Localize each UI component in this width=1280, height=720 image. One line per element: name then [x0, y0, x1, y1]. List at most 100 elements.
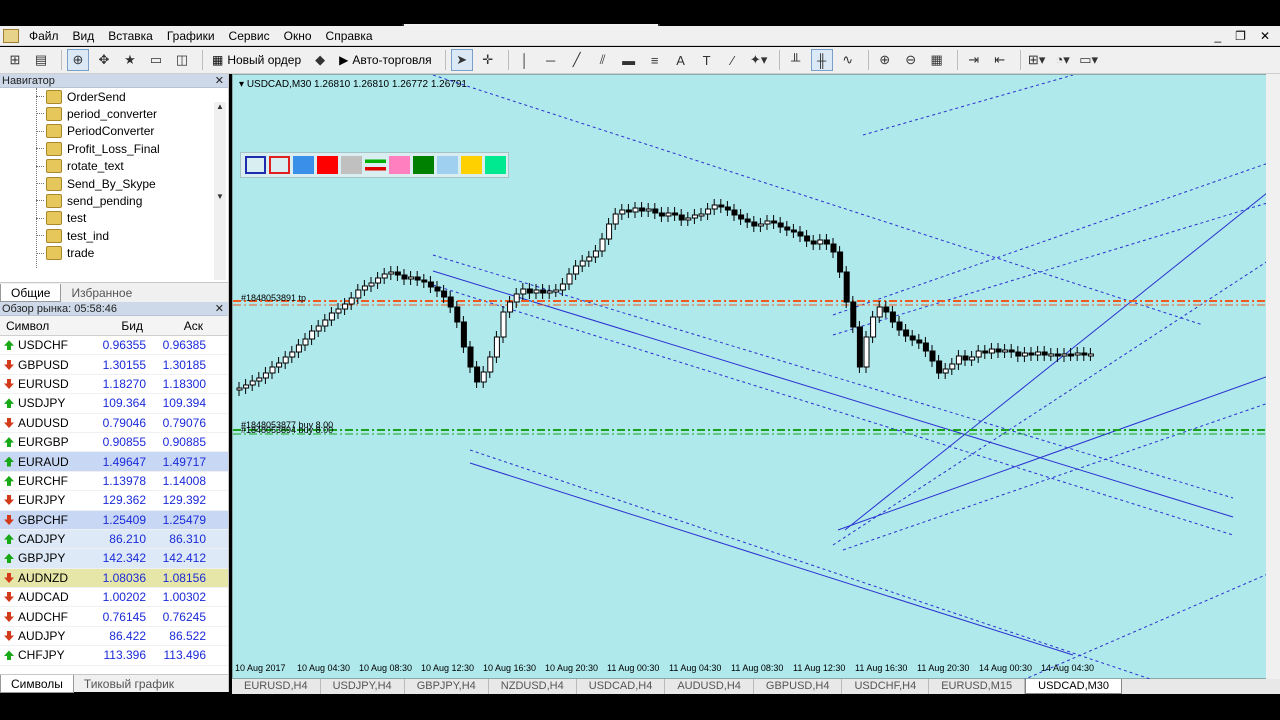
table-row[interactable]: GBPCHF 1.25409 1.25479 [0, 510, 228, 530]
chart-tab[interactable]: NZDUSD,H4 [489, 679, 577, 694]
col-ask[interactable]: Аск [149, 319, 209, 333]
table-row[interactable]: AUDJPY 86.422 86.522 [0, 627, 228, 647]
chart-tab[interactable]: USDCAD,H4 [577, 679, 666, 694]
chart-tab[interactable]: USDJPY,H4 [321, 679, 405, 694]
menu-insert[interactable]: Вставка [101, 26, 160, 46]
new-chart-icon[interactable]: ⊞ [4, 49, 26, 71]
channel-icon[interactable]: ⫽ [592, 49, 614, 71]
table-row[interactable]: EURCHF 1.13978 1.14008 [0, 472, 228, 492]
nav-item-test[interactable]: test [0, 210, 228, 227]
tester-icon[interactable]: ◫ [171, 49, 193, 71]
nav-item-profit-loss-final[interactable]: Profit_Loss_Final [0, 140, 228, 157]
chart-tab[interactable]: USDCAD,M30 [1025, 679, 1123, 694]
autoscroll-icon[interactable]: ⇥ [963, 49, 985, 71]
tab-common[interactable]: Общие [0, 284, 62, 302]
app-icon[interactable] [3, 28, 19, 43]
col-symbol[interactable]: Символ [0, 319, 89, 333]
chart-tab[interactable]: AUDUSD,H4 [665, 679, 754, 694]
shapes-dropdown-icon[interactable]: ✦▾ [748, 49, 770, 71]
chart-tab[interactable]: GBPUSD,H4 [754, 679, 843, 694]
bar-chart-icon[interactable]: ╨ [785, 49, 807, 71]
navigator-scrollbar[interactable]: ▲ ▼ [214, 102, 226, 280]
table-row[interactable]: EURJPY 129.362 129.392 [0, 491, 228, 511]
line-chart-icon[interactable]: ∿ [837, 49, 859, 71]
chart-tab[interactable]: EURUSD,M15 [929, 679, 1026, 694]
close-icon[interactable]: ✕ [215, 74, 224, 87]
crosshair-icon[interactable]: ✛ [477, 49, 499, 71]
table-row[interactable]: AUDNZD 1.08036 1.08156 [0, 568, 228, 589]
symbol-cell: GBPUSD [0, 358, 89, 372]
vertical-line-icon[interactable]: │ [514, 49, 536, 71]
close-icon[interactable]: ✕ [1260, 29, 1270, 43]
candle-body [566, 273, 573, 285]
trendline-icon[interactable]: ╱ [566, 49, 588, 71]
chart-window[interactable]: ▾ USDCAD,M30 1.26810 1.26810 1.26772 1.2… [232, 74, 1277, 680]
indicators-icon[interactable]: ⊞▾ [1026, 49, 1048, 71]
templates-icon[interactable]: ▭▾ [1078, 49, 1100, 71]
candle-body [889, 311, 896, 323]
metaeditor-icon[interactable]: ◆ [309, 49, 331, 71]
table-row[interactable]: USDCHF 0.96355 0.96385 [0, 336, 228, 356]
menu-charts[interactable]: Графики [160, 26, 222, 46]
market-watch-icon[interactable]: ⊕ [67, 49, 89, 71]
candle-body [612, 213, 619, 225]
chart-tab[interactable]: USDCHF,H4 [842, 679, 930, 694]
minimize-icon[interactable]: _ [1214, 29, 1221, 43]
table-row[interactable]: USDJPY 109.364 109.394 [0, 394, 228, 414]
fibonacci-icon[interactable]: ≡ [644, 49, 666, 71]
table-row[interactable]: AUDCAD 1.00202 1.00302 [0, 588, 228, 608]
nav-item-trade[interactable]: trade [0, 245, 228, 262]
chart-tab[interactable]: GBPJPY,H4 [405, 679, 489, 694]
menu-window[interactable]: Окно [277, 26, 319, 46]
table-row[interactable]: EURGBP 0.90855 0.90885 [0, 433, 228, 453]
new-order-button[interactable]: ▦ Новый ордер [208, 49, 305, 71]
table-row[interactable]: GBPJPY 142.342 142.412 [0, 549, 228, 569]
chart-vertical-scroll[interactable] [1266, 74, 1280, 679]
menu-view[interactable]: Вид [66, 26, 102, 46]
gann-icon[interactable]: ⁄ [722, 49, 744, 71]
horizontal-line-icon[interactable]: ─ [540, 49, 562, 71]
terminal-icon[interactable]: ▭ [145, 49, 167, 71]
zoom-out-icon[interactable]: ⊖ [900, 49, 922, 71]
restore-icon[interactable]: ❐ [1235, 29, 1246, 43]
rectangle-icon[interactable]: ▬ [618, 49, 640, 71]
zoom-in-icon[interactable]: ⊕ [874, 49, 896, 71]
tile-windows-icon[interactable]: ▦ [926, 49, 948, 71]
chart-tab[interactable]: EURUSD,H4 [232, 679, 321, 694]
menu-file[interactable]: Файл [22, 26, 66, 46]
table-row[interactable]: EURUSD 1.18270 1.18300 [0, 375, 228, 395]
close-icon[interactable]: ✕ [215, 302, 224, 315]
periods-icon[interactable]: ◔▾ [1052, 49, 1074, 71]
nav-item-send-by-skype[interactable]: Send_By_Skype [0, 175, 228, 192]
table-row[interactable]: AUDUSD 0.79046 0.79076 [0, 414, 228, 433]
nav-item-rotate-text[interactable]: rotate_text [0, 158, 228, 175]
nav-item-ordersend[interactable]: OrderSend [0, 88, 228, 105]
nav-item-send-pending[interactable]: send_pending [0, 192, 228, 209]
table-row[interactable]: CADJPY 86.210 86.310 [0, 529, 228, 550]
candle-body [533, 289, 540, 294]
chart-shift-icon[interactable]: ⇤ [989, 49, 1011, 71]
price-chart[interactable]: #1848053891 tp#1848053877 buy 8.00#18480… [233, 75, 1277, 680]
navigator-icon[interactable]: ★ [119, 49, 141, 71]
col-bid[interactable]: Бид [89, 319, 149, 333]
autotrading-button[interactable]: ▶ Авто-торговля [335, 49, 435, 71]
menu-tools[interactable]: Сервис [222, 26, 277, 46]
menu-help[interactable]: Справка [319, 26, 380, 46]
text-icon[interactable]: A [670, 49, 692, 71]
nav-item-periodconverter[interactable]: PeriodConverter [0, 123, 228, 140]
table-row[interactable]: GBPUSD 1.30155 1.30185 [0, 355, 228, 375]
tab-tick-chart[interactable]: Тиковый график [74, 675, 184, 693]
candle-body [625, 209, 632, 213]
cursor-icon[interactable]: ➤ [450, 49, 473, 71]
table-row[interactable]: AUDCHF 0.76145 0.76245 [0, 607, 228, 627]
table-row[interactable]: EURAUD 1.49647 1.49717 [0, 452, 228, 472]
nav-item-period-converter[interactable]: period_converter [0, 105, 228, 122]
profiles-icon[interactable]: ▤ [30, 49, 52, 71]
nav-item-test-ind[interactable]: test_ind [0, 227, 228, 244]
tab-favorites[interactable]: Избранное [61, 284, 142, 302]
table-row[interactable]: CHFJPY 113.396 113.496 [0, 646, 228, 666]
data-window-icon[interactable]: ✥ [93, 49, 115, 71]
candlestick-icon[interactable]: ╫ [810, 49, 833, 71]
text-label-icon[interactable]: T [696, 49, 718, 71]
tab-symbols[interactable]: Символы [0, 675, 74, 693]
